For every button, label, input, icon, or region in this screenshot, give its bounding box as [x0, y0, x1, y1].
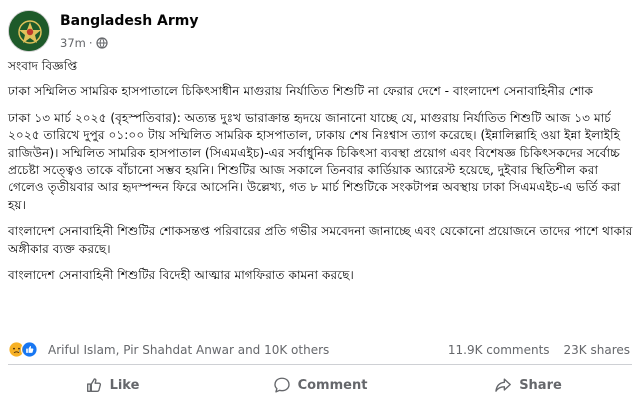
- divider: [8, 364, 632, 365]
- comment-label: Comment: [297, 377, 368, 393]
- post-title: ঢাকা সম্মিলিত সামরিক হাসপাতালে চিকিৎসাধী…: [8, 84, 594, 99]
- facebook-post: Bangladesh Army 37m · সংবাদ বিজ্ঞপ্তি ঢা…: [0, 0, 640, 406]
- post-paragraph: ঢাকা ১৩ মার্চ ২০২৫ (বৃহস্পতিবার): অত্যন্…: [8, 110, 621, 212]
- comment-icon: [273, 377, 290, 393]
- reaction-names[interactable]: Ariful Islam, Pir Shahdat Anwar and 10K …: [48, 343, 329, 357]
- post-header: Bangladesh Army 37m ·: [8, 8, 628, 54]
- page-name[interactable]: Bangladesh Army: [60, 13, 199, 29]
- share-button[interactable]: Share: [424, 370, 632, 400]
- post-body: সংবাদ বিজ্ঞপ্তি ঢাকা সম্মিলিত সামরিক হাস…: [8, 58, 634, 293]
- comments-count[interactable]: 11.9K comments: [448, 343, 550, 357]
- reaction-icons[interactable]: [8, 341, 38, 358]
- like-reaction-icon: [21, 341, 38, 358]
- post-heading: সংবাদ বিজ্ঞপ্তি: [8, 59, 78, 73]
- share-icon: [495, 378, 512, 392]
- army-emblem-icon: [9, 11, 49, 51]
- like-button[interactable]: Like: [8, 370, 216, 400]
- thumbs-up-icon: [86, 378, 101, 392]
- post-paragraph: বাংলাদেশ সেনাবাহিনী শিশুটির শোকসন্তপ্ত প…: [8, 224, 633, 256]
- page-avatar[interactable]: [8, 10, 50, 52]
- reactions-bar: Ariful Islam, Pir Shahdat Anwar and 10K …: [8, 341, 632, 359]
- post-meta: 37m ·: [60, 36, 108, 50]
- post-paragraph: বাংলাদেশ সেনাবাহিনী শিশুটির বিদেহী আত্মা…: [8, 268, 354, 283]
- shares-count[interactable]: 23K shares: [564, 343, 630, 357]
- share-label: Share: [519, 377, 562, 393]
- comment-button[interactable]: Comment: [216, 370, 424, 400]
- globe-icon: [95, 37, 108, 49]
- post-time[interactable]: 37m: [60, 36, 86, 50]
- like-label: Like: [109, 377, 140, 393]
- action-bar: Like Comment Share: [8, 370, 632, 400]
- engagement-counts: 11.9K comments 23K shares: [448, 343, 630, 357]
